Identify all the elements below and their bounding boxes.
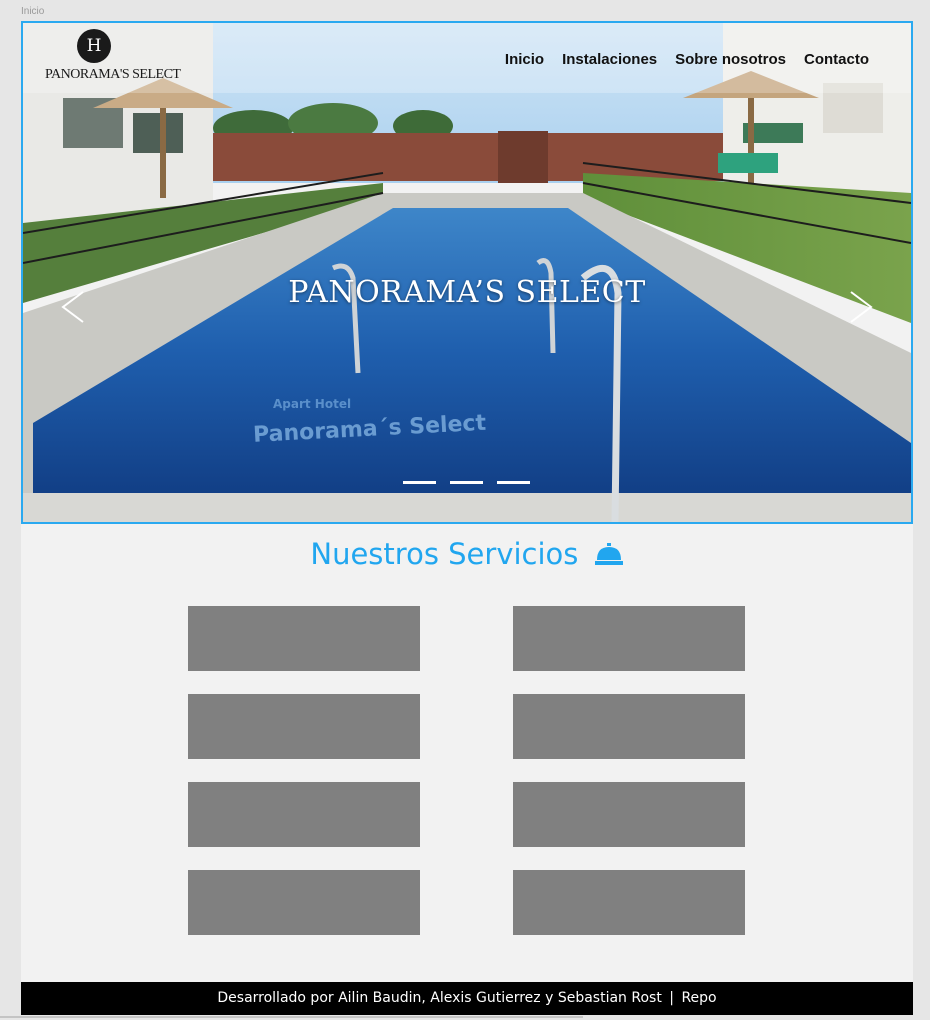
page: Apart Hotel Panorama´s Select H PANORAMA… <box>21 21 913 1015</box>
service-card-6[interactable] <box>513 782 745 847</box>
footer-credits: Desarrollado por Ailin Baudin, Alexis Gu… <box>217 990 662 1006</box>
services-grid <box>188 606 746 936</box>
services-heading: Nuestros Servicios <box>21 535 913 571</box>
navbar: H PANORAMA'S SELECT Inicio Instalaciones… <box>23 23 911 93</box>
carousel-indicator-1[interactable] <box>403 481 436 484</box>
nav-item-inicio[interactable]: Inicio <box>505 51 544 68</box>
hero-carousel: Apart Hotel Panorama´s Select H PANORAMA… <box>21 21 913 524</box>
carousel-indicator-2[interactable] <box>450 481 483 484</box>
nav-item-contacto[interactable]: Contacto <box>804 51 869 68</box>
footer-separator: | <box>669 990 674 1006</box>
nav-menu: Inicio Instalaciones Sobre nosotros Cont… <box>505 51 869 68</box>
service-card-2[interactable] <box>513 606 745 671</box>
service-card-3[interactable] <box>188 694 420 759</box>
brand-logo[interactable]: H PANORAMA'S SELECT <box>45 29 181 89</box>
service-card-1[interactable] <box>188 606 420 671</box>
service-card-5[interactable] <box>188 782 420 847</box>
service-card-4[interactable] <box>513 694 745 759</box>
carousel-indicators <box>403 481 530 484</box>
concierge-bell-icon <box>594 543 623 565</box>
footer-repo-link[interactable]: Repo <box>681 990 716 1006</box>
artboard-label: Inicio <box>21 6 45 17</box>
logo-text: PANORAMA'S SELECT <box>45 67 181 82</box>
nav-item-sobre-nosotros[interactable]: Sobre nosotros <box>675 51 786 68</box>
carousel-indicator-3[interactable] <box>497 481 530 484</box>
footer: Desarrollado por Ailin Baudin, Alexis Gu… <box>21 982 913 1015</box>
nav-item-instalaciones[interactable]: Instalaciones <box>562 51 657 68</box>
service-card-8[interactable] <box>513 870 745 935</box>
carousel-next-arrow-icon[interactable] <box>845 289 875 325</box>
horizontal-scrollbar[interactable] <box>0 1016 583 1018</box>
services-heading-text: Nuestros Servicios <box>310 537 579 571</box>
carousel-prev-arrow-icon[interactable] <box>59 289 89 325</box>
hero-image: Apart Hotel Panorama´s Select <box>23 23 911 522</box>
service-card-7[interactable] <box>188 870 420 935</box>
hero-title: PANORAMA’S SELECT <box>288 275 646 310</box>
logo-badge: H <box>77 29 111 63</box>
pool-mosaic-line1: Apart Hotel <box>273 397 351 411</box>
